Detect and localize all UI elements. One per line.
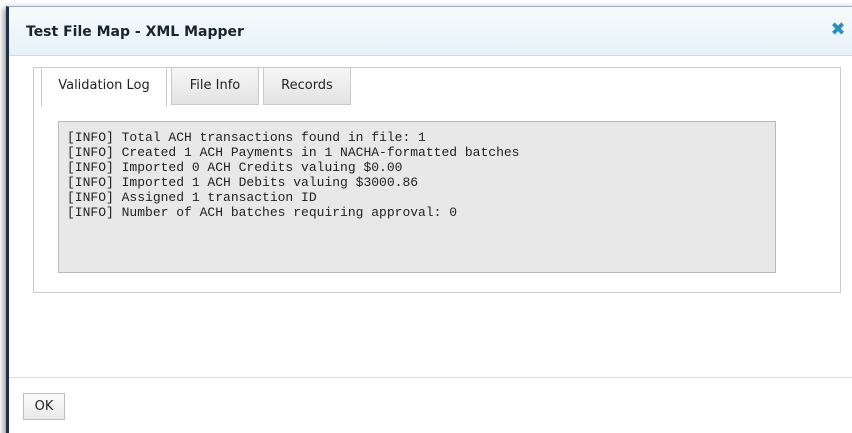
test-file-map-dialog: Test File Map - XML Mapper ✖ Validation … <box>6 6 852 433</box>
tab-file-info[interactable]: File Info <box>171 67 259 105</box>
tab-validation-log[interactable]: Validation Log <box>41 67 167 107</box>
log-line: [INFO] Imported 1 ACH Debits valuing $30… <box>67 175 419 190</box>
validation-log-box[interactable]: [INFO] Total ACH transactions found in f… <box>58 121 776 273</box>
dialog-titlebar: Test File Map - XML Mapper ✖ <box>9 7 852 56</box>
ok-button[interactable]: OK <box>23 393 65 420</box>
log-line: [INFO] Total ACH transactions found in f… <box>67 130 426 145</box>
log-line: [INFO] Imported 0 ACH Credits valuing $0… <box>67 160 403 175</box>
footer-divider <box>9 377 852 378</box>
log-line: [INFO] Created 1 ACH Payments in 1 NACHA… <box>67 145 520 160</box>
log-line: [INFO] Number of ACH batches requiring a… <box>67 205 458 220</box>
log-line: [INFO] Assigned 1 transaction ID <box>67 190 317 205</box>
tab-records[interactable]: Records <box>263 67 351 105</box>
close-icon[interactable]: ✖ <box>828 20 848 40</box>
dialog-title: Test File Map - XML Mapper <box>26 24 244 40</box>
